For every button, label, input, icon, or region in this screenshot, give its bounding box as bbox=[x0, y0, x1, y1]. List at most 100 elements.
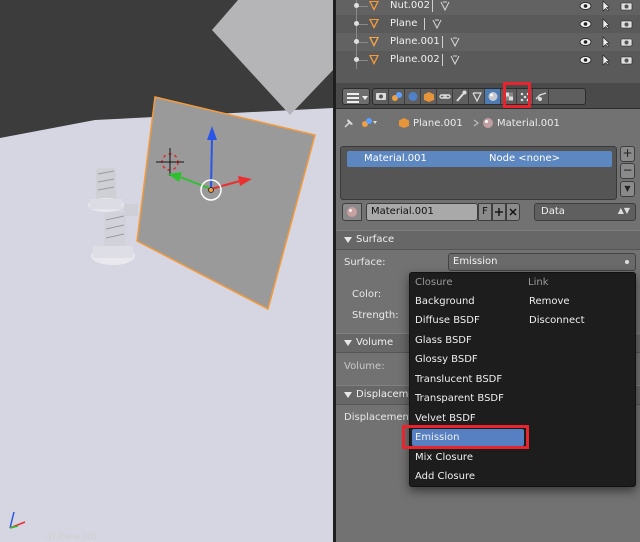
material-slot-list[interactable]: Material.001 Node <none> bbox=[340, 146, 617, 200]
scene-icon bbox=[362, 118, 377, 127]
3d-viewport[interactable]: (1) Plane.001 bbox=[0, 0, 333, 542]
eye-icon[interactable] bbox=[579, 18, 592, 30]
editor-type-button[interactable] bbox=[342, 88, 370, 105]
eye-icon[interactable] bbox=[579, 0, 592, 12]
camera-icon bbox=[376, 93, 386, 100]
render-camera-icon[interactable] bbox=[620, 0, 633, 12]
menu-item-glass-bsdf[interactable]: Glass BSDF bbox=[412, 332, 525, 349]
unlink-material-button[interactable] bbox=[506, 203, 520, 221]
object-cube-icon bbox=[399, 118, 409, 128]
tab-physics[interactable] bbox=[533, 89, 549, 104]
updown-chevron-icon: ▲▼ bbox=[617, 206, 630, 215]
nut-object[interactable] bbox=[124, 204, 138, 216]
plus-icon bbox=[495, 208, 503, 216]
material-slot-selected[interactable]: Material.001 Node <none> bbox=[347, 151, 612, 167]
surface-panel-title: Surface bbox=[356, 234, 395, 245]
tab-data[interactable] bbox=[469, 89, 485, 104]
properties-context-tabs bbox=[372, 88, 586, 105]
tree-dot-icon bbox=[354, 39, 359, 44]
panel-expand-icon bbox=[344, 237, 352, 243]
panel-expand-icon bbox=[344, 340, 352, 346]
outliner-item-name: Plane.001 bbox=[390, 36, 440, 47]
add-slot-button[interactable]: + bbox=[620, 146, 635, 162]
menu-item-add-closure[interactable]: Add Closure bbox=[412, 468, 525, 485]
editor-type-icon bbox=[347, 93, 368, 103]
tab-modifiers[interactable] bbox=[453, 89, 469, 104]
outliner-row-plane[interactable]: Plane bbox=[336, 15, 640, 33]
closure-column-header: Closure bbox=[415, 277, 453, 288]
render-camera-icon[interactable] bbox=[620, 18, 633, 30]
render-camera-icon[interactable] bbox=[620, 36, 633, 48]
menu-item-diffuse-bsdf[interactable]: Diffuse BSDF bbox=[412, 312, 525, 329]
displacement-label: Displacement: bbox=[344, 412, 417, 423]
cursor-arrow-icon[interactable] bbox=[599, 54, 612, 66]
tree-dot-icon bbox=[354, 57, 359, 62]
outliner-row-plane-002[interactable]: Plane.002 bbox=[336, 51, 640, 69]
new-material-button[interactable] bbox=[492, 203, 506, 221]
eye-icon[interactable] bbox=[579, 54, 592, 66]
surface-shader-field[interactable]: Emission bbox=[448, 253, 636, 271]
physics-icon bbox=[535, 92, 547, 101]
cursor-arrow-icon[interactable] bbox=[599, 0, 612, 12]
material-slot-name: Material.001 bbox=[364, 153, 427, 164]
mesh-data-icon[interactable] bbox=[450, 55, 460, 65]
outliner[interactable]: Nut.002 Plane Plane.001 Plane.002 bbox=[336, 0, 640, 83]
tab-render[interactable] bbox=[373, 89, 389, 104]
menu-item-disconnect[interactable]: Disconnect bbox=[526, 312, 634, 329]
mesh-triangle-icon bbox=[472, 92, 482, 103]
breadcrumb: Plane.001 Material.001 bbox=[336, 109, 640, 137]
cursor-arrow-icon[interactable] bbox=[599, 18, 612, 30]
menu-item-background[interactable]: Background bbox=[412, 293, 525, 310]
tab-particles[interactable] bbox=[517, 89, 533, 104]
cursor-arrow-icon[interactable] bbox=[599, 36, 612, 48]
outliner-row-nut-002[interactable]: Nut.002 bbox=[336, 0, 640, 15]
texture-checker-icon bbox=[505, 92, 513, 101]
outliner-row-plane-001[interactable]: Plane.001 bbox=[336, 33, 640, 51]
mesh-data-icon[interactable] bbox=[440, 1, 450, 11]
material-sphere-icon bbox=[347, 207, 357, 217]
outliner-item-name: Plane.002 bbox=[390, 54, 440, 65]
menu-item-remove[interactable]: Remove bbox=[526, 293, 634, 310]
surface-shader-value: Emission bbox=[453, 256, 498, 267]
mesh-data-icon[interactable] bbox=[432, 19, 442, 29]
menu-item-mix-closure[interactable]: Mix Closure bbox=[412, 449, 525, 466]
strength-label: Strength: bbox=[352, 310, 399, 321]
menu-item-glossy-bsdf[interactable]: Glossy BSDF bbox=[412, 351, 525, 368]
link-column-header: Link bbox=[528, 277, 549, 288]
tab-world[interactable] bbox=[405, 89, 421, 104]
object-cube-icon bbox=[424, 92, 434, 102]
chevron-right-icon bbox=[473, 119, 479, 127]
tab-material[interactable] bbox=[485, 89, 501, 104]
material-name-field[interactable]: Material.001 bbox=[366, 203, 478, 221]
menu-item-translucent-bsdf[interactable]: Translucent BSDF bbox=[412, 371, 525, 388]
eye-icon[interactable] bbox=[579, 36, 592, 48]
remove-slot-button[interactable]: − bbox=[620, 163, 635, 179]
wrench-icon bbox=[456, 90, 467, 102]
color-label: Color: bbox=[352, 289, 382, 300]
properties-header bbox=[336, 83, 640, 109]
tab-texture[interactable] bbox=[501, 89, 517, 104]
tab-constraints[interactable] bbox=[437, 89, 453, 104]
world-icon bbox=[408, 92, 418, 101]
fake-user-button[interactable]: F bbox=[478, 203, 492, 221]
menu-item-emission[interactable]: Emission bbox=[412, 429, 524, 446]
tab-scene[interactable] bbox=[389, 89, 405, 104]
surface-panel-header[interactable]: Surface bbox=[336, 230, 640, 250]
pin-icon[interactable] bbox=[342, 116, 356, 130]
render-camera-icon[interactable] bbox=[620, 54, 633, 66]
material-browse-button[interactable] bbox=[342, 203, 362, 221]
material-datablock-row: Material.001 F Data ▲▼ bbox=[340, 203, 640, 221]
viewport-scene bbox=[0, 0, 333, 542]
mesh-object-icon bbox=[369, 37, 379, 47]
slot-menu-button[interactable]: ▼ bbox=[620, 181, 635, 197]
tree-dot-icon bbox=[354, 21, 359, 26]
shader-dropdown-menu: Closure Link Background Diffuse BSDF Gla… bbox=[409, 272, 636, 487]
link-mode-select[interactable]: Data ▲▼ bbox=[534, 203, 636, 221]
mesh-object-icon bbox=[369, 55, 379, 65]
tab-object[interactable] bbox=[421, 89, 437, 104]
mesh-data-icon[interactable] bbox=[450, 37, 460, 47]
menu-item-transparent-bsdf[interactable]: Transparent BSDF bbox=[412, 390, 525, 407]
close-icon bbox=[509, 208, 517, 216]
volume-label: Volume: bbox=[344, 361, 385, 372]
menu-item-velvet-bsdf[interactable]: Velvet BSDF bbox=[412, 410, 525, 427]
